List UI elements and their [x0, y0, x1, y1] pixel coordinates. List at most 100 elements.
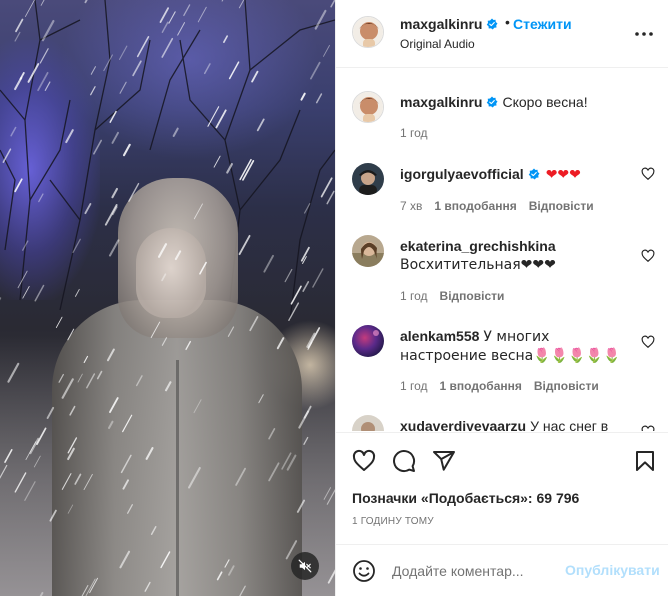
heart-icon	[352, 449, 376, 471]
emoji-button[interactable]	[352, 559, 376, 583]
comment-username[interactable]: igorgulyaevofficial	[400, 166, 524, 182]
comment-row: xudaverdiyevaarzu У нас снег в	[336, 415, 668, 431]
commenter-avatar-image	[352, 415, 384, 431]
comment-button[interactable]	[392, 449, 416, 473]
snowflake-streak	[96, 370, 103, 380]
comment-like-button[interactable]	[641, 249, 655, 263]
publish-button[interactable]: Опублікувати	[565, 562, 660, 578]
snowflake-streak	[161, 21, 169, 33]
share-button[interactable]	[432, 449, 456, 473]
snowflake-streak	[22, 285, 30, 299]
caption-username[interactable]: maxgalkinru	[400, 94, 482, 110]
commenter-avatar[interactable]	[352, 163, 384, 195]
comment-like-button[interactable]	[641, 425, 655, 431]
snowflake-streak	[122, 143, 131, 157]
reply-button[interactable]: Відповісти	[529, 199, 594, 213]
snowflake-streak	[15, 18, 24, 33]
post-actions: Позначки «Подобається»: 69 796 1 годину …	[336, 432, 668, 544]
verified-badge-icon	[487, 18, 498, 30]
comment-likes[interactable]: 1 вподобання	[440, 379, 522, 393]
comment-likes[interactable]: 1 вподобання	[434, 199, 516, 213]
mute-button[interactable]	[291, 552, 319, 580]
reply-button[interactable]: Відповісти	[534, 379, 599, 393]
snowflake-streak	[127, 504, 133, 514]
snowflake-streak	[268, 462, 280, 482]
commenter-avatar[interactable]	[352, 235, 384, 267]
comment-row: ekaterina_grechishkina Восхитительная❤❤❤ …	[336, 235, 668, 305]
snowflake-streak	[258, 394, 264, 404]
snowflake-streak	[24, 481, 36, 501]
snowflake-streak	[320, 177, 333, 198]
commenter-avatar[interactable]	[352, 325, 384, 357]
snowflake-streak	[304, 203, 311, 214]
add-comment-bar: Опублікувати	[336, 544, 668, 596]
snowflake-streak	[326, 489, 335, 505]
caption-body: Скоро весна!	[502, 94, 588, 110]
snowflake-streak	[109, 110, 117, 123]
comment-input[interactable]	[392, 559, 552, 583]
snowflake-streak	[58, 373, 64, 383]
snowflake-streak	[93, 139, 103, 155]
heart-icon	[641, 249, 655, 263]
comments-list[interactable]: maxgalkinru Скоро весна! 1 год igorgulyae…	[336, 69, 668, 431]
comment-time[interactable]: 1 год	[400, 379, 428, 393]
snowflake-streak	[183, 4, 191, 17]
snowflake-streak	[303, 436, 309, 445]
more-options-button[interactable]	[632, 24, 656, 44]
snowflake-streak	[315, 93, 323, 104]
reply-button[interactable]: Відповісти	[440, 289, 505, 303]
video-player[interactable]	[0, 0, 335, 596]
comment-like-button[interactable]	[641, 167, 655, 181]
snowflake-streak	[29, 437, 40, 455]
snowflake-streak	[193, 399, 202, 414]
snowflake-streak	[224, 559, 230, 568]
snowflake-streak	[228, 565, 235, 576]
likes-count[interactable]: Позначки «Подобається»: 69 796	[352, 490, 579, 506]
like-button[interactable]	[352, 449, 376, 473]
snowflake-streak	[177, 22, 186, 36]
snowflake-streak	[226, 163, 233, 174]
comment-meta: 1 год Відповісти	[400, 289, 516, 303]
caption-time[interactable]: 1 год	[400, 126, 428, 140]
author-username[interactable]: maxgalkinru	[400, 16, 498, 32]
comment-like-button[interactable]	[641, 335, 655, 349]
snowflake-streak	[83, 473, 93, 491]
commenter-avatar[interactable]	[352, 415, 384, 431]
snowflake-streak	[302, 281, 310, 292]
comment-username[interactable]: xudaverdiyevaarzu	[400, 418, 526, 431]
caption-avatar-image	[353, 92, 383, 122]
post-timestamp[interactable]: 1 годину тому	[352, 516, 434, 527]
share-icon	[433, 451, 455, 471]
snowflake-streak	[36, 427, 47, 446]
caption-avatar[interactable]	[352, 91, 384, 123]
snowflake-streak	[216, 571, 223, 581]
author-avatar-image	[353, 17, 383, 47]
snowflake-streak	[67, 328, 75, 341]
snowflake-streak	[161, 273, 167, 282]
comment-username[interactable]: alenkam558	[400, 328, 479, 344]
more-options-icon	[635, 32, 653, 36]
save-button[interactable]	[633, 449, 657, 473]
heart-icon	[641, 167, 655, 181]
snowflake-streak	[90, 66, 96, 75]
heart-icon	[641, 425, 655, 431]
snowflake-streak	[46, 406, 55, 419]
snowflake-streak	[256, 118, 265, 132]
snowflake-streak	[160, 551, 171, 569]
author-username-text[interactable]: maxgalkinru	[400, 16, 482, 32]
audio-link[interactable]: Original Audio	[400, 37, 475, 51]
heart-icon	[641, 335, 655, 349]
comment-time[interactable]: 1 год	[400, 289, 428, 303]
comment-username[interactable]: ekaterina_grechishkina	[400, 238, 556, 254]
follow-button[interactable]: Стежити	[513, 16, 572, 32]
snowflake-streak	[106, 348, 115, 362]
snowflake-streak	[69, 405, 76, 416]
snowflake-streak	[188, 466, 201, 489]
author-avatar[interactable]	[352, 16, 384, 48]
comment-time[interactable]: 7 хв	[400, 199, 422, 213]
snowflake-streak	[263, 254, 274, 273]
comment-text: xudaverdiyevaarzu У нас снег в	[400, 417, 630, 431]
snowflake-streak	[161, 37, 174, 58]
snowflake-streak	[227, 326, 235, 337]
snowflake-streak	[120, 454, 132, 474]
